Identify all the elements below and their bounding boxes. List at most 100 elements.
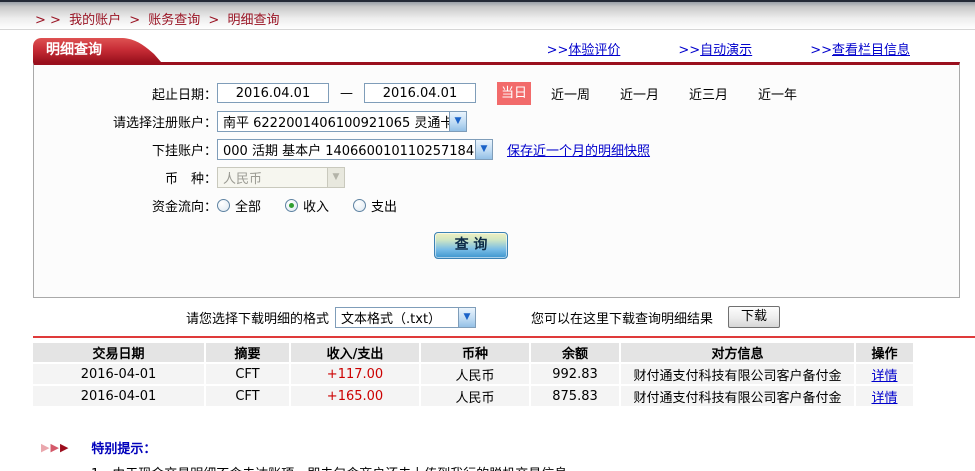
detail-link[interactable]: 详情	[871, 391, 897, 406]
registered-account-value: 南平 6222001406100921065 灵通卡	[223, 115, 449, 131]
link-label: 查看栏目信息	[831, 43, 910, 58]
flow-option-all[interactable]: 全部	[217, 196, 261, 215]
top-gradient-bar: > > 我的账户 > 账务查询 > 明细查询	[0, 0, 975, 30]
special-note-header: ▶ ▶ ▶ 特别提示：	[41, 438, 960, 457]
breadcrumb-item-my-account[interactable]: 我的账户	[69, 13, 121, 28]
date-range-row: 起止日期： — 当日 近一周 近一月 近三月 近一年	[34, 81, 959, 105]
col-header-amount: 收入/支出	[290, 343, 421, 364]
breadcrumb-item-detail-query[interactable]: 明细查询	[227, 13, 279, 28]
flow-option-all-label: 全部	[235, 199, 262, 215]
special-note: ▶ ▶ ▶ 特别提示： 1．由于现金交易明细不含未达账项，即未包含商户还未上传到…	[33, 438, 960, 471]
col-header-date: 交易日期	[33, 343, 206, 364]
cell-balance: 992.83	[530, 363, 621, 386]
quick-range-today-button[interactable]: 当日	[497, 81, 531, 105]
tab-row: 明细查询 >>体验评价 >>自动演示 >>查看栏目信息	[33, 38, 960, 62]
table-row: 2016-04-01 CFT +117.00 人民币 992.83 财付通支付科…	[33, 363, 913, 386]
auto-demo-link[interactable]: >>自动演示	[678, 39, 752, 58]
view-column-info-link[interactable]: >>查看栏目信息	[810, 39, 910, 58]
currency-row: 币 种： 人民币 ▼	[34, 166, 959, 188]
save-monthly-snapshot-link[interactable]: 保存近一个月的明细快照	[507, 140, 650, 159]
chevron-down-icon[interactable]: ▼	[475, 139, 492, 159]
link-prefix: >>	[810, 43, 832, 58]
cell-amount: +165.00	[290, 385, 421, 408]
sub-account-value: 000 活期 基本户 1406600101102571848	[223, 143, 475, 159]
currency-label: 币 种：	[164, 171, 217, 187]
cell-balance: 875.83	[530, 385, 621, 408]
radio-icon[interactable]	[217, 198, 230, 212]
link-prefix: >>	[546, 43, 569, 58]
tab-detail-query: 明细查询	[33, 38, 161, 62]
cell-counterparty: 财付通支付科技有限公司客户备付金	[620, 363, 856, 386]
download-format-select[interactable]: 文本格式（.txt） ▼	[335, 306, 477, 328]
detail-link[interactable]: 详情	[871, 369, 897, 384]
quick-range-week-button[interactable]: 近一周	[551, 84, 590, 103]
link-label: 自动演示	[700, 43, 753, 58]
col-header-action: 操作	[855, 343, 913, 364]
sub-account-select[interactable]: 000 活期 基本户 1406600101102571848 ▼	[217, 138, 493, 160]
special-note-title: 特别提示：	[91, 442, 157, 457]
currency-select-disabled: 人民币 ▼	[217, 166, 345, 188]
flow-option-income[interactable]: 收入	[285, 196, 329, 215]
download-format-label: 请您选择下载明细的格式	[186, 311, 330, 327]
breadcrumb-item-account-query[interactable]: 账务查询	[148, 13, 200, 28]
triangle-icon: ▶	[59, 441, 69, 454]
col-header-balance: 余额	[530, 343, 621, 364]
cell-amount: +117.00	[290, 363, 421, 386]
download-row: 请您选择下载明细的格式 文本格式（.txt） ▼ 您可以在这里下载查询明细结果 …	[33, 305, 960, 329]
date-dash: —	[340, 85, 353, 101]
registered-account-label: 请选择注册账户：	[112, 115, 217, 131]
registered-account-select[interactable]: 南平 6222001406100921065 灵通卡 ▼	[217, 110, 467, 132]
experience-rating-link[interactable]: >>体验评价	[547, 39, 621, 58]
breadcrumb-separator: >	[208, 13, 220, 28]
col-header-currency: 币种	[420, 343, 531, 364]
flow-option-expense-label: 支出	[371, 199, 398, 215]
chevron-down-icon: ▼	[327, 167, 344, 187]
quick-range-month-button[interactable]: 近一月	[620, 84, 659, 103]
breadcrumb: > > 我的账户 > 账务查询 > 明细查询	[0, 2, 975, 28]
flow-option-expense[interactable]: 支出	[353, 196, 397, 215]
download-button[interactable]: 下载	[728, 306, 781, 328]
cell-counterparty: 财付通支付科技有限公司客户备付金	[620, 385, 856, 408]
fund-flow-label: 资金流向：	[151, 199, 217, 215]
cell-date: 2016-04-01	[33, 363, 206, 386]
transactions-table: 交易日期 摘要 收入/支出 币种 余额 对方信息 操作 2016-04-01 C…	[33, 343, 913, 408]
col-header-summary: 摘要	[205, 343, 291, 364]
download-format-value: 文本格式（.txt）	[341, 311, 442, 327]
fund-flow-row: 资金流向： 全部 收入 支出	[34, 194, 959, 216]
chevron-down-icon[interactable]: ▼	[449, 111, 466, 131]
download-hint-text: 您可以在这里下载查询明细结果	[531, 311, 714, 327]
date-to-input[interactable]	[364, 83, 476, 103]
query-button[interactable]: 查 询	[434, 232, 508, 259]
link-label: 体验评价	[568, 43, 621, 58]
quick-range-year-button[interactable]: 近一年	[758, 84, 797, 103]
date-from-input[interactable]	[217, 83, 329, 103]
main-content: 明细查询 >>体验评价 >>自动演示 >>查看栏目信息 起止日期： — 当日 近…	[0, 38, 975, 471]
flow-option-income-label: 收入	[303, 199, 330, 215]
cell-summary: CFT	[205, 385, 291, 408]
radio-icon[interactable]	[353, 198, 367, 212]
query-form: 起止日期： — 当日 近一周 近一月 近三月 近一年 请选择注册账户： 南平 6…	[33, 62, 960, 298]
cell-currency: 人民币	[420, 385, 531, 408]
chevron-down-icon[interactable]: ▼	[458, 307, 476, 327]
currency-value: 人民币	[223, 171, 263, 187]
breadcrumb-prefix: > >	[35, 13, 61, 28]
triangle-icon: ▶	[41, 441, 50, 454]
cell-currency: 人民币	[420, 363, 531, 386]
registered-account-row: 请选择注册账户： 南平 6222001406100921065 灵通卡 ▼	[34, 110, 959, 132]
red-divider	[33, 336, 975, 338]
cell-date: 2016-04-01	[33, 385, 206, 408]
link-prefix: >>	[678, 43, 701, 58]
table-header-row: 交易日期 摘要 收入/支出 币种 余额 对方信息 操作	[33, 343, 913, 364]
table-row: 2016-04-01 CFT +165.00 人民币 875.83 财付通支付科…	[33, 385, 913, 408]
top-links: >>体验评价 >>自动演示 >>查看栏目信息	[489, 39, 960, 62]
sub-account-row: 下挂账户： 000 活期 基本户 1406600101102571848 ▼ 保…	[34, 138, 959, 160]
cell-summary: CFT	[205, 363, 291, 386]
date-range-label: 起止日期：	[151, 87, 217, 103]
sub-account-label: 下挂账户：	[151, 143, 217, 159]
col-header-counterparty: 对方信息	[620, 343, 856, 364]
quick-range-quarter-button[interactable]: 近三月	[689, 84, 728, 103]
triangle-icon: ▶	[50, 441, 59, 454]
breadcrumb-separator: >	[129, 13, 141, 28]
special-note-line: 1．由于现金交易明细不含未达账项，即未包含商户还未上传到我行的脱机交易信息	[41, 463, 960, 471]
radio-selected-icon[interactable]	[285, 198, 299, 212]
